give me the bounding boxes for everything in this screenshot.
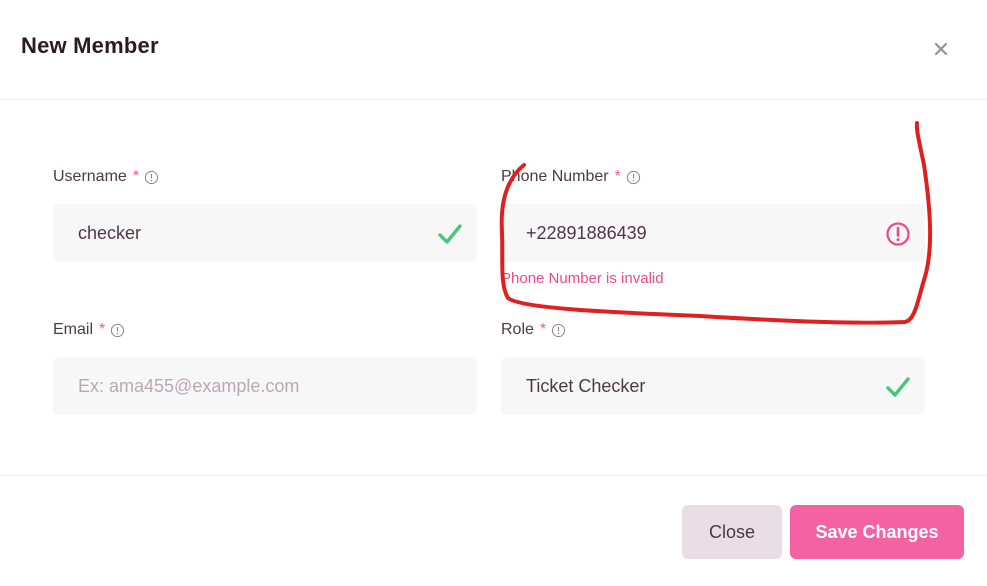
phone-label: Phone Number [501,168,609,185]
role-selected-value: Ticket Checker [526,375,646,396]
info-icon[interactable] [551,323,566,338]
info-icon[interactable] [626,170,641,185]
check-icon [886,377,910,397]
email-field[interactable] [53,357,477,415]
role-label-row: Role * [501,321,566,339]
close-button[interactable]: Close [682,505,782,559]
required-asterisk: * [539,321,547,338]
check-icon [438,224,462,244]
username-field[interactable] [53,204,477,262]
error-icon [886,222,910,246]
modal-title: New Member [21,33,159,58]
required-asterisk: * [99,321,106,338]
modal-header: New Member [0,0,987,100]
email-label: Email [53,321,94,338]
phone-error-message: Phone Number is invalid [501,270,664,287]
info-icon[interactable] [110,323,125,338]
footer-divider [0,475,987,476]
phone-label-row: Phone Number * [501,168,641,186]
username-label: Username [53,168,127,185]
info-icon[interactable] [144,170,159,185]
save-changes-button[interactable]: Save Changes [790,505,964,559]
email-input[interactable] [78,375,477,397]
required-asterisk: * [614,168,621,185]
new-member-modal: New Member Username * Phone Number * [0,0,987,586]
role-label: Role [501,321,534,338]
username-label-row: Username * [53,168,159,186]
email-label-row: Email * [53,321,125,339]
role-select[interactable]: Ticket Checker [501,357,925,415]
phone-field[interactable] [501,204,925,262]
username-input[interactable] [78,222,477,244]
required-asterisk: * [132,168,140,185]
phone-input[interactable] [526,222,925,244]
close-icon[interactable] [929,37,953,61]
